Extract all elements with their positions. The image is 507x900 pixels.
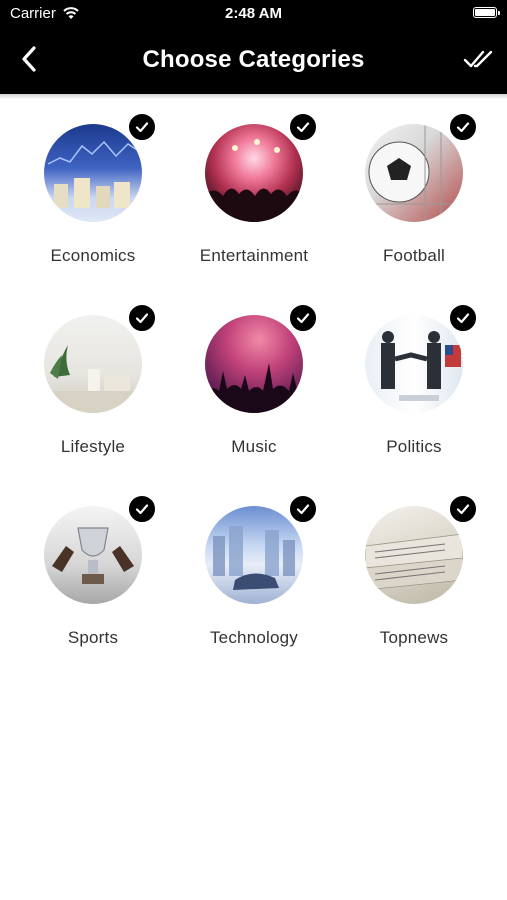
selected-check-icon [448, 303, 478, 333]
category-technology[interactable]: Technology [174, 494, 334, 674]
selected-check-icon [448, 494, 478, 524]
status-bar: Carrier 2:48 AM [0, 0, 507, 28]
category-label: Football [382, 246, 446, 265]
category-entertainment[interactable]: Entertainment [174, 112, 334, 292]
selected-check-icon [288, 112, 318, 142]
category-label: Entertainment [199, 246, 309, 265]
double-check-icon [463, 50, 493, 68]
selected-check-icon [288, 494, 318, 524]
selected-check-icon [127, 112, 157, 142]
category-label: Sports [67, 628, 119, 647]
header-shadow [0, 94, 507, 99]
category-topnews[interactable]: Topnews [334, 494, 494, 674]
battery-icon [473, 7, 500, 18]
category-label: Politics [386, 437, 442, 456]
selected-check-icon [127, 494, 157, 524]
category-sports[interactable]: Sports [13, 494, 173, 674]
technology-image [205, 506, 303, 604]
lifestyle-image [44, 315, 142, 413]
nav-bar: Choose Categories [0, 32, 507, 88]
sports-image [44, 506, 142, 604]
category-label: Lifestyle [60, 437, 126, 456]
selected-check-icon [127, 303, 157, 333]
selected-check-icon [448, 112, 478, 142]
category-label: Topnews [379, 628, 449, 647]
category-label: Technology [209, 628, 298, 647]
page-title: Choose Categories [142, 46, 365, 73]
category-lifestyle[interactable]: Lifestyle [13, 303, 173, 483]
music-image [205, 315, 303, 413]
category-economics[interactable]: Economics [13, 112, 173, 292]
football-image [365, 124, 463, 222]
category-politics[interactable]: Politics [334, 303, 494, 483]
select-all-button[interactable] [463, 46, 495, 72]
top-bar: Carrier 2:48 AM Choose Categories [0, 0, 507, 94]
politics-image [365, 315, 463, 413]
category-label: Economics [50, 246, 136, 265]
economics-image [44, 124, 142, 222]
entertainment-image [205, 124, 303, 222]
status-time: 2:48 AM [225, 5, 282, 22]
topnews-image [365, 506, 463, 604]
selected-check-icon [288, 303, 318, 333]
category-football[interactable]: Football [334, 112, 494, 292]
category-label: Music [231, 437, 277, 456]
category-music[interactable]: Music [174, 303, 334, 483]
